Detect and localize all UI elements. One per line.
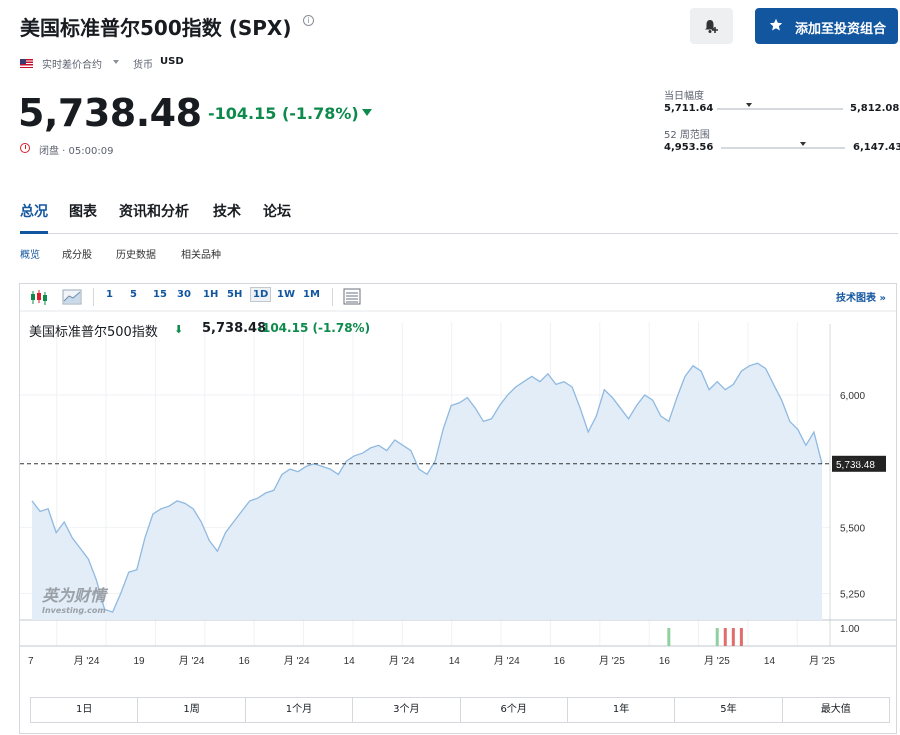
period-1d[interactable]: 1日 <box>31 698 139 722</box>
info-icon[interactable]: i <box>303 15 314 26</box>
down-arrow-icon <box>362 109 372 116</box>
subtab-summary[interactable]: 概览 <box>20 246 40 261</box>
period-1w[interactable]: 1周 <box>138 698 246 722</box>
chart-widget: 1 5 15 30 1H 5H 1D 1W 1M 技术图表 » 5,738.48… <box>19 283 897 734</box>
change-value: -104.15 <box>208 104 277 123</box>
y-axis: 6,000 5,750 5,500 5,250 1.00 <box>840 391 865 635</box>
volume-bar <box>731 628 735 646</box>
x-tick-label: 14 <box>764 656 776 667</box>
day-range-marker <box>745 103 752 107</box>
volume-bar <box>739 628 743 646</box>
y-tick-label: 5,250 <box>840 590 865 601</box>
chart-symbol-name: 美国标准普尔500指数 <box>29 325 158 340</box>
chart-change-percent: (-1.78%) <box>312 321 371 335</box>
x-tick-label: 7 <box>28 656 34 667</box>
x-axis: 7 月 '24 19 月 '24 16 月 '24 14 月 '24 14 月 '24 16 月 '2… <box>28 655 835 667</box>
x-tick-label: 月 '24 <box>179 655 205 667</box>
period-6m[interactable]: 6个月 <box>461 698 568 722</box>
week52-range-low: 4,953.56 <box>664 142 714 153</box>
y-tick-label: 6,000 <box>840 391 865 402</box>
day-range-high: 5,812.08 <box>850 103 900 114</box>
volume-bar <box>715 628 719 646</box>
x-tick-label: 19 <box>134 656 146 667</box>
contract-type-select[interactable]: 实时差价合约 <box>42 56 102 71</box>
chevron-down-icon[interactable] <box>113 60 119 64</box>
week52-range-high: 6,147.43 <box>853 142 900 153</box>
tab-news-analysis[interactable]: 资讯和分析 <box>119 201 189 221</box>
volume-pane <box>667 628 743 646</box>
period-selector: 1日 1周 1个月 3个月 6个月 1年 5年 最大值 <box>30 697 890 723</box>
price-chart[interactable]: 5,738.48 6,0005,7505,5005,2501.00 7月 '24… <box>20 284 896 694</box>
last-price: 5,738.48 <box>18 91 202 135</box>
currency-value: USD <box>160 56 184 67</box>
day-range-low: 5,711.64 <box>664 103 714 114</box>
x-tick-label: 月 '24 <box>494 655 520 667</box>
period-5y[interactable]: 5年 <box>675 698 783 722</box>
period-1m[interactable]: 1个月 <box>246 698 354 722</box>
tab-chart[interactable]: 图表 <box>69 201 97 221</box>
x-tick-label: 月 '24 <box>74 655 100 667</box>
week52-range-label: 52 周范围 <box>664 130 710 141</box>
y-tick-label: 5,500 <box>840 523 865 534</box>
volume-tick-label: 1.00 <box>840 624 860 635</box>
price-change: -104.15 (-1.78%) <box>208 104 359 123</box>
subtab-historical-data[interactable]: 历史数据 <box>116 246 156 261</box>
volume-bar <box>723 628 727 646</box>
x-tick-label: 月 '25 <box>704 655 730 667</box>
down-arrow-icon: ⬇ <box>174 323 184 336</box>
period-1y[interactable]: 1年 <box>568 698 676 722</box>
x-tick-label: 16 <box>239 656 251 667</box>
chart-change-value: -104.15 <box>257 321 309 335</box>
watermark-en: Investing.com <box>42 606 106 615</box>
x-tick-label: 14 <box>449 656 461 667</box>
bell-plus-icon <box>705 20 718 33</box>
watermark-cn: 英为财情 <box>42 586 107 605</box>
change-percent: (-1.78%) <box>281 104 359 123</box>
subtab-components[interactable]: 成分股 <box>62 246 92 261</box>
page-title: 美国标准普尔500指数 (SPX) <box>20 16 292 40</box>
currency-label: 货币 <box>133 60 153 71</box>
period-3m[interactable]: 3个月 <box>353 698 461 722</box>
add-alert-button[interactable] <box>690 8 733 44</box>
x-tick-label: 16 <box>554 656 566 667</box>
day-range-bar <box>717 108 843 110</box>
clock-icon <box>20 143 30 153</box>
tab-forum[interactable]: 论坛 <box>263 201 291 221</box>
market-status: 闭盘 · 05:00:09 <box>39 146 114 157</box>
x-tick-label: 月 '24 <box>389 655 415 667</box>
add-to-portfolio-label: 添加至投资组合 <box>795 21 887 36</box>
period-max[interactable]: 最大值 <box>783 698 889 722</box>
week52-range-marker <box>799 142 806 146</box>
star-icon <box>769 18 783 31</box>
tab-technical[interactable]: 技术 <box>213 201 241 221</box>
subtab-related[interactable]: 相关品种 <box>181 246 221 261</box>
x-tick-label: 月 '25 <box>599 655 625 667</box>
main-tabs: 总况 图表 资讯和分析 技术 论坛 <box>20 201 898 234</box>
y-tick-label: 5,750 <box>840 457 865 468</box>
price-area <box>32 363 822 620</box>
volume-bar <box>667 628 671 646</box>
us-flag-icon <box>20 59 33 68</box>
day-range-label: 当日幅度 <box>664 91 704 102</box>
week52-range-bar <box>721 147 845 149</box>
watermark-logo: 英为财情 Investing.com <box>42 582 106 615</box>
x-tick-label: 16 <box>659 656 671 667</box>
add-to-portfolio-button[interactable]: 添加至投资组合 <box>755 8 898 44</box>
chart-change: -104.15 (-1.78%) <box>257 321 370 335</box>
tab-overview[interactable]: 总况 <box>20 201 48 234</box>
x-tick-label: 14 <box>344 656 356 667</box>
x-tick-label: 月 '24 <box>284 655 310 667</box>
x-tick-label: 月 '25 <box>809 655 835 667</box>
